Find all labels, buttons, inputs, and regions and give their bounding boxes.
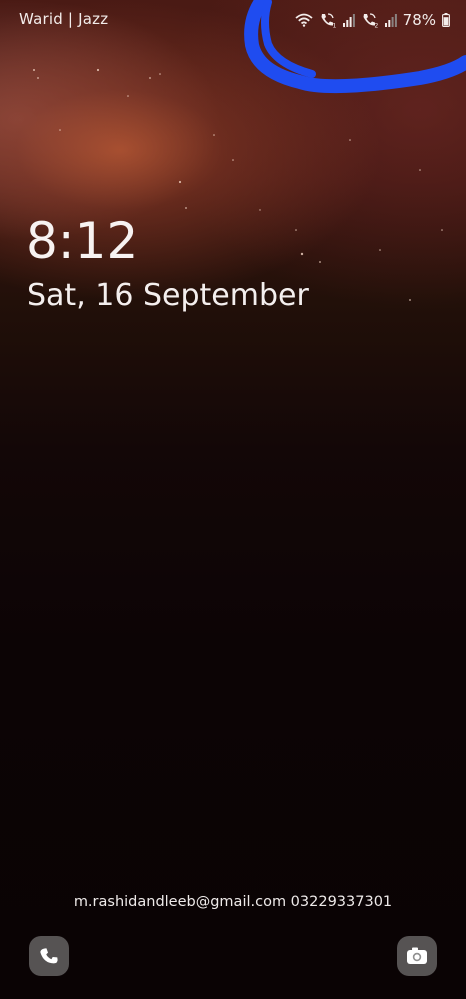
signal-icon-sim1 <box>342 14 355 27</box>
camera-icon <box>407 947 427 964</box>
phone-shortcut-button[interactable] <box>29 936 69 976</box>
lock-screen-date: Sat, 16 September <box>27 278 309 313</box>
signal-icon-sim2 <box>384 14 397 27</box>
volte-call-icon-sim2: 2 <box>363 13 378 29</box>
lock-screen-clock[interactable]: 8:12 <box>26 212 138 270</box>
wifi-icon <box>295 13 313 27</box>
status-bar[interactable]: Warid | Jazz 1 2 78% <box>0 0 466 40</box>
svg-text:2: 2 <box>374 23 378 29</box>
status-icons: 1 2 78% <box>295 9 450 31</box>
camera-shortcut-button[interactable] <box>397 936 437 976</box>
phone-icon <box>40 948 58 964</box>
battery-percentage: 78% <box>402 11 436 29</box>
battery-icon <box>442 13 450 27</box>
svg-text:1: 1 <box>332 23 336 29</box>
carrier-name: Warid | Jazz <box>19 10 109 28</box>
volte-call-icon-sim1: 1 <box>321 13 336 29</box>
owner-contact-info: m.rashidandleeb@gmail.com 03229337301 <box>73 894 393 910</box>
